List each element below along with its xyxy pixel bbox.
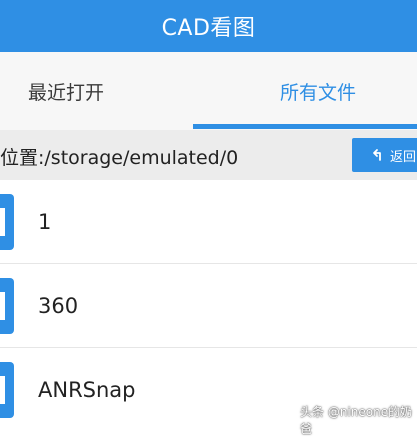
folder-icon xyxy=(0,362,14,418)
app-title: CAD看图 xyxy=(161,16,256,41)
file-name: ANRSnap xyxy=(38,378,136,402)
current-path: 位置:/storage/emulated/0 xyxy=(0,147,239,169)
tab-indicator xyxy=(193,124,417,129)
back-arrow-icon xyxy=(373,149,381,161)
file-list-item[interactable]: 1 xyxy=(0,180,417,264)
watermark: 头条 @nineone的奶爸 xyxy=(300,405,413,436)
tab-recent[interactable]: 最近打开 xyxy=(28,52,104,130)
folder-icon xyxy=(0,194,14,250)
file-name: 360 xyxy=(38,294,79,318)
tab-all-files[interactable]: 所有文件 xyxy=(280,52,356,130)
folder-icon xyxy=(0,278,14,334)
back-button[interactable]: 返回 xyxy=(352,138,417,172)
back-button-label: 返回 xyxy=(390,149,417,165)
file-list-item[interactable]: 360 xyxy=(0,264,417,348)
tab-bar: 最近打开 所有文件 xyxy=(0,52,417,130)
app-bar: CAD看图 xyxy=(0,0,417,52)
file-name: 1 xyxy=(38,210,52,234)
